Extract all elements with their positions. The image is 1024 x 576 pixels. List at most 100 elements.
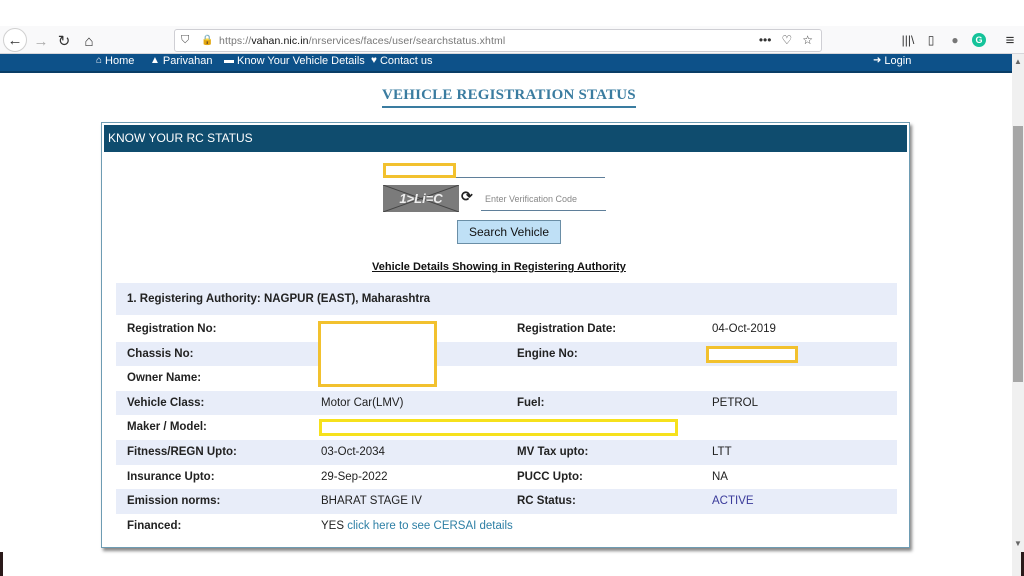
scroll-up-icon[interactable]: ▲ <box>1012 56 1024 68</box>
search-vehicle-button[interactable]: Search Vehicle <box>457 220 561 244</box>
financed-value: YES <box>321 519 345 532</box>
table-row: Emission norms: BHARAT STAGE IV RC Statu… <box>116 489 897 514</box>
fuel-label: Fuel: <box>517 396 545 409</box>
fuel-value: PETROL <box>712 396 759 409</box>
vehicle-class-label: Vehicle Class: <box>127 396 205 409</box>
address-bar[interactable]: ⛉ 🔒 https://vahan.nic.in/nrservices/face… <box>174 29 822 52</box>
table-row: Insurance Upto: 29-Sep-2022 PUCC Upto: N… <box>116 465 897 490</box>
fitness-value: 03-Oct-2034 <box>321 445 385 458</box>
scroll-down-icon[interactable]: ▼ <box>1012 538 1024 550</box>
registration-date-label: Registration Date: <box>517 323 617 335</box>
back-arrow-icon: ← <box>7 31 23 49</box>
mv-tax-value: LTT <box>712 445 732 458</box>
financed-label: Financed: <box>127 519 182 532</box>
vehicle-class-value: Motor Car(LMV) <box>321 396 404 409</box>
site-nav: ⌂ Home ▲ Parivahan ▬ Know Your Vehicle Deta… <box>0 54 1012 73</box>
redacted-maker-model <box>319 419 678 437</box>
browser-toolbar: ← → ↻ ⌂ ⛉ 🔒 https://vahan.nic.in/nrservi… <box>0 26 1024 54</box>
details-heading: Vehicle Details Showing in Registering A… <box>372 261 626 273</box>
nav-login-label: Login <box>884 55 912 67</box>
captcha-text: 1>Li=C <box>399 191 443 206</box>
vehicle-details-table: 1. Registering Authority: NAGPUR (EAST),… <box>116 283 897 538</box>
fitness-label: Fitness/REGN Upto: <box>127 445 237 458</box>
scroll-thumb[interactable] <box>1013 126 1023 382</box>
emission-norms-value: BHARAT STAGE IV <box>321 495 422 508</box>
engine-no-label: Engine No: <box>517 347 578 360</box>
table-row: Chassis No: Engine No: <box>116 341 897 367</box>
rc-status-label: RC Status: <box>517 495 576 508</box>
page-title: VEHICLE REGISTRATION STATUS <box>382 87 636 108</box>
redacted-engine-no <box>706 345 798 363</box>
rc-status-value: ACTIVE <box>712 495 754 508</box>
forward-button[interactable]: → <box>30 30 52 52</box>
home-icon: ⌂ <box>96 55 103 66</box>
lock-icon[interactable]: 🔒 <box>201 35 213 46</box>
back-button[interactable]: ← <box>3 28 27 52</box>
url-prefix: https:// <box>219 34 252 47</box>
bookmark-star-icon[interactable]: ☆ <box>802 33 813 47</box>
verification-code-input[interactable] <box>481 188 606 211</box>
pucc-label: PUCC Upto: <box>517 470 583 483</box>
nav-parivahan[interactable]: ▲ Parivahan <box>150 54 212 68</box>
road-icon: ▲ <box>150 55 160 66</box>
insurance-label: Insurance Upto: <box>127 470 215 483</box>
nav-home[interactable]: ⌂ Home <box>96 54 134 68</box>
reload-button[interactable]: ↻ <box>53 30 75 52</box>
financed-value-group: YES click here to see CERSAI details <box>321 514 513 539</box>
home-button[interactable]: ⌂ <box>78 30 100 52</box>
insurance-value: 29-Sep-2022 <box>321 470 388 483</box>
panel-header: KNOW YOUR RC STATUS <box>104 125 907 152</box>
heart-icon: ♥ <box>371 55 377 66</box>
nav-login[interactable]: ➜ Login <box>873 54 911 68</box>
car-icon: ▬ <box>224 55 234 66</box>
registering-authority: 1. Registering Authority: NAGPUR (EAST),… <box>127 293 431 305</box>
redacted-registration-input <box>383 163 456 178</box>
table-row: Fitness/REGN Upto: 03-Oct-2034 MV Tax up… <box>116 439 897 465</box>
nav-contact[interactable]: ♥ Contact us <box>371 54 433 68</box>
owner-name-label: Owner Name: <box>127 372 202 385</box>
vehicle-number-input[interactable] <box>383 163 605 178</box>
login-icon: ➜ <box>873 55 882 66</box>
url-path: /nrservices/faces/user/searchstatus.xhtm… <box>308 34 506 47</box>
refresh-captcha-icon[interactable]: ⟳ <box>461 188 473 205</box>
rc-status-panel: KNOW YOUR RC STATUS 1>Li=C ⟳ Search Vehi… <box>101 122 910 548</box>
account-glyph: ● <box>951 33 959 47</box>
pocket-icon[interactable]: ♡ <box>781 33 792 47</box>
library-icon[interactable]: |||\ <box>898 30 918 50</box>
tracking-shield-icon[interactable]: ⛉ <box>181 34 195 47</box>
page-actions-icon[interactable]: ••• <box>759 33 772 47</box>
nav-contact-label: Contact us <box>379 55 433 67</box>
url-domain: vahan.nic.in <box>251 34 309 47</box>
nav-home-label: Home <box>105 55 135 67</box>
grammarly-icon: G <box>972 33 986 47</box>
page-scrollbar[interactable]: ▲ ▼ <box>1012 54 1024 576</box>
window-edge-left <box>0 552 3 576</box>
table-row: Financed: YES click here to see CERSAI d… <box>116 514 897 539</box>
home-icon: ⌂ <box>84 32 94 50</box>
maker-model-label: Maker / Model: <box>127 421 207 434</box>
nav-know-vehicle-label: Know Your Vehicle Details <box>237 55 365 67</box>
nav-parivahan-label: Parivahan <box>162 55 213 67</box>
nav-know-vehicle[interactable]: ▬ Know Your Vehicle Details <box>224 54 365 68</box>
grammarly-button[interactable]: G <box>969 30 989 50</box>
redacted-registration-chassis-owner <box>318 321 437 387</box>
table-row: Maker / Model: <box>116 415 897 440</box>
pucc-value: NA <box>712 470 728 483</box>
registration-date-value: 04-Oct-2019 <box>712 323 776 335</box>
menu-icon[interactable]: ≡ <box>1000 30 1020 50</box>
url-actions: ••• ♡ ☆ <box>759 33 813 47</box>
account-icon[interactable]: ● <box>945 30 965 50</box>
url-text[interactable]: https://vahan.nic.in/nrservices/faces/us… <box>219 35 505 47</box>
mv-tax-label: MV Tax upto: <box>517 445 589 458</box>
table-row: Registration No: Registration Date: 04-O… <box>116 317 897 342</box>
window-top <box>0 0 1024 26</box>
cersai-details-link[interactable]: click here to see CERSAI details <box>347 520 513 532</box>
registering-authority-row: 1. Registering Authority: NAGPUR (EAST),… <box>116 283 897 315</box>
registration-no-label: Registration No: <box>127 323 217 335</box>
forward-arrow-icon: → <box>33 32 49 50</box>
sidebar-icon[interactable]: ▯ <box>921 30 941 50</box>
emission-norms-label: Emission norms: <box>127 495 221 508</box>
reload-icon: ↻ <box>57 33 71 50</box>
chassis-no-label: Chassis No: <box>127 347 194 360</box>
captcha-image: 1>Li=C <box>383 185 459 212</box>
